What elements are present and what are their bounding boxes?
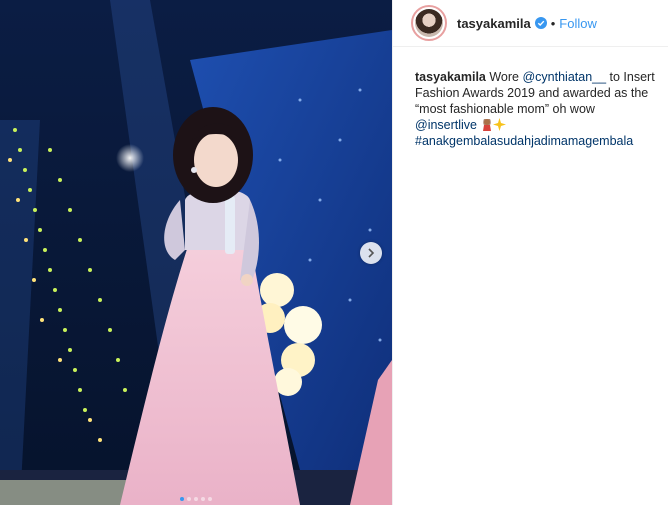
carousel-dot	[208, 497, 212, 501]
caption-text: Wore	[485, 70, 523, 84]
carousel-dot	[187, 497, 191, 501]
verified-badge-icon	[534, 17, 547, 29]
woman-emoji-icon	[482, 119, 491, 131]
instagram-post-modal: tasyakamila • Follow tasyakamila Wore @c…	[0, 0, 668, 505]
hashtag-link[interactable]: #anakgembalasudahjadimamagembala	[415, 134, 633, 148]
follow-button[interactable]: Follow	[559, 16, 597, 31]
header-username[interactable]: tasyakamila	[457, 16, 531, 31]
separator-dot: •	[550, 15, 556, 31]
post-caption: tasyakamila Wore @cynthiatan__ to Insert…	[393, 47, 668, 149]
post-sidebar: tasyakamila • Follow tasyakamila Wore @c…	[392, 0, 668, 505]
mention-link[interactable]: @insertlive	[415, 118, 477, 132]
carousel-dot	[194, 497, 198, 501]
sparkle-star-emoji-icon	[492, 118, 506, 131]
post-photo	[0, 0, 392, 505]
carousel-dot	[180, 497, 184, 501]
post-header: tasyakamila • Follow	[393, 0, 668, 47]
mention-link[interactable]: @cynthiatan__	[522, 70, 606, 84]
post-media[interactable]	[0, 0, 392, 505]
chevron-right-icon	[368, 248, 375, 258]
carousel-dot	[201, 497, 205, 501]
avatar-image	[415, 9, 443, 37]
caption-username[interactable]: tasyakamila	[415, 70, 486, 84]
next-slide-button[interactable]	[360, 242, 382, 264]
carousel-indicator	[0, 497, 392, 501]
avatar[interactable]	[411, 5, 447, 41]
